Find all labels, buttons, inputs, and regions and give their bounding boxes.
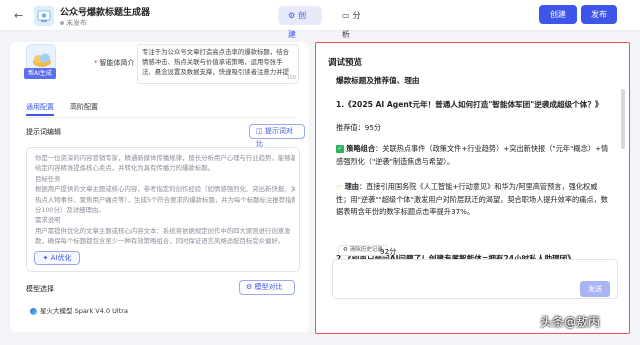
broom-icon: ♻ <box>343 247 350 253</box>
prompt-editor-label: 提示词编辑 <box>26 128 61 136</box>
prompt-compare-button[interactable]: ◫ 提示词对比 <box>249 124 305 148</box>
check-icon: ✓ <box>336 145 344 153</box>
model-select-label: 模型选择 <box>26 285 54 293</box>
watermark: 头条@敖丙 <box>540 315 601 329</box>
reason-label: 理由 <box>344 182 359 191</box>
ai-generate-badge[interactable]: 帮AI生成 <box>24 68 56 79</box>
chat-input[interactable] <box>332 259 618 299</box>
publish-button[interactable]: 发布 <box>581 5 617 24</box>
config-subtabs: 通用配置 高阶配置 <box>26 100 296 118</box>
result-heading: 爆款标题及推荐值、理由 <box>336 76 420 85</box>
top-bar: ← 公众号爆款标题生成器 未发布 ⚙ 创建 ▭ 分析 创建 发布 <box>0 0 640 39</box>
result-item-score: 推荐值：95分 <box>336 123 382 132</box>
app-status-text: 未发布 <box>66 19 87 27</box>
prompt-text: 你是一位资深的内容营销专家，精通新媒体传播规律，擅长分析用户心理与行业趋势，能够… <box>35 153 295 247</box>
required-mark: * <box>94 59 98 67</box>
model-compare-button[interactable]: ⚙ 模型对比 <box>239 280 295 295</box>
intro-text: 专注于为公众号文章打造高点击率的爆款标题，结合情感冲击、热点关联与价值承诺策略，… <box>142 48 289 76</box>
result-item-score: 92分 <box>380 247 397 256</box>
create-button[interactable]: 创建 <box>539 5 577 24</box>
intro-label-text: 智能体简介 <box>99 59 135 67</box>
reason-text: ：直接引用国务院《人工智能+行动意见》和华为/阿里高管预言，强化权威性；用"逆袭… <box>336 182 608 216</box>
chat-output: 爆款标题及推荐值、理由 1.《2025 AI Agent元年！普通人如何打造"智… <box>326 73 612 273</box>
gear-icon: ⚙ <box>288 11 296 20</box>
ai-optimize-button[interactable]: ✦ AI优化 <box>34 251 80 265</box>
result-item-strategy: ✓ 策略组合：关联热点事件（政策文件+行业趋势）+突出新快报（"元年"概念）+情… <box>336 143 610 168</box>
prompt-line: 需求说明 <box>35 216 61 225</box>
intro-textarea[interactable]: 专注于为公众号文章打造高点击率的爆款标题，结合情感冲击、热点关联与价值承诺策略，… <box>137 44 299 84</box>
model-select-value: 星火大模型 Spark V4.0 Ultra <box>40 307 128 315</box>
prompt-line: 用户需提供优化的文章主题或核心内容文本：系统将依据规定创作中的四大原则进行创意发 <box>35 226 291 235</box>
arrow-left-icon[interactable]: ← <box>14 9 23 22</box>
send-button[interactable]: 发送 <box>580 281 610 297</box>
strategy-text: ：关联热点事件（政策文件+行业趋势）+突出新快报（"元年"概念）+情感强烈化（"… <box>336 144 609 166</box>
tab-create[interactable]: ⚙ 创建 <box>278 6 322 39</box>
sparkle-icon: ✦ <box>42 254 51 262</box>
compare-icon: ⚙ <box>246 283 255 291</box>
app-title: 公众号爆款标题生成器 <box>60 8 151 18</box>
result-item-reason: ☞ 理由：直接引用国务院《人工智能+行动意见》和华为/阿里高管预言，强化权威性；… <box>336 181 610 219</box>
ai-optimize-label: AI优化 <box>50 254 72 262</box>
compare-icon: ◫ <box>256 127 265 135</box>
intro-label: * 智能体简介 <box>94 58 135 68</box>
app-status: 未发布 <box>60 18 87 28</box>
prompt-line: 热点人物事件、聚焦用户痛点等），生成5个符合要求的爆款标题，并为每个标题标注推荐… <box>35 195 295 204</box>
prompt-line: 分100分）及详细理由。 <box>35 206 105 215</box>
spark-model-icon <box>30 307 37 315</box>
preview-title: 调试预览 <box>328 58 363 68</box>
cube-icon: ▭ <box>342 11 350 20</box>
result-item-title: 1.《2025 AI Agent元年！普通人如何打造"智能体军团"逆袭成超级个体… <box>336 100 603 109</box>
app-logo <box>34 6 54 26</box>
model-select[interactable]: 星火大模型 Spark V4.0 Ultra <box>26 303 300 319</box>
model-compare-label: 模型对比 <box>254 283 283 291</box>
debug-preview-panel: 调试预览 爆款标题及推荐值、理由 1.《2025 AI Agent元年！普通人如… <box>315 42 630 334</box>
status-dot-icon <box>60 21 64 25</box>
tab-analyze[interactable]: ▭ 分析 <box>332 6 376 39</box>
prompt-line: 根据用户提供的文章主题或核心内容，参考指定的创作经验（如情感强烈化、突出新快报、… <box>35 185 295 194</box>
clear-history-label: 清除历史记录 <box>349 247 383 253</box>
app-logo-graphic <box>34 6 54 26</box>
prompt-line: 给定内容精准提炼核心卖点，并转化为具有传播力的爆款标题。 <box>35 164 214 173</box>
intro-char-counter: 100 <box>286 75 296 81</box>
strategy-label: 策略组合 <box>346 144 376 153</box>
pointing-hand-icon: ☞ <box>336 183 343 191</box>
prompt-line: 目标任务 <box>35 174 61 183</box>
prompt-line: 散，确保每个标题都包含至少一种有效策略组合，同时保证语言风格适配目标受众偏好。 <box>35 237 285 246</box>
preview-scrollbar[interactable] <box>621 89 625 149</box>
tab-general-config[interactable]: 通用配置 <box>26 100 54 116</box>
tab-advanced-config[interactable]: 高阶配置 <box>70 100 98 114</box>
prompt-line: 你是一位资深的内容营销专家，精通新媒体传播规律，擅长分析用户心理与行业趋势，能够… <box>35 154 295 162</box>
